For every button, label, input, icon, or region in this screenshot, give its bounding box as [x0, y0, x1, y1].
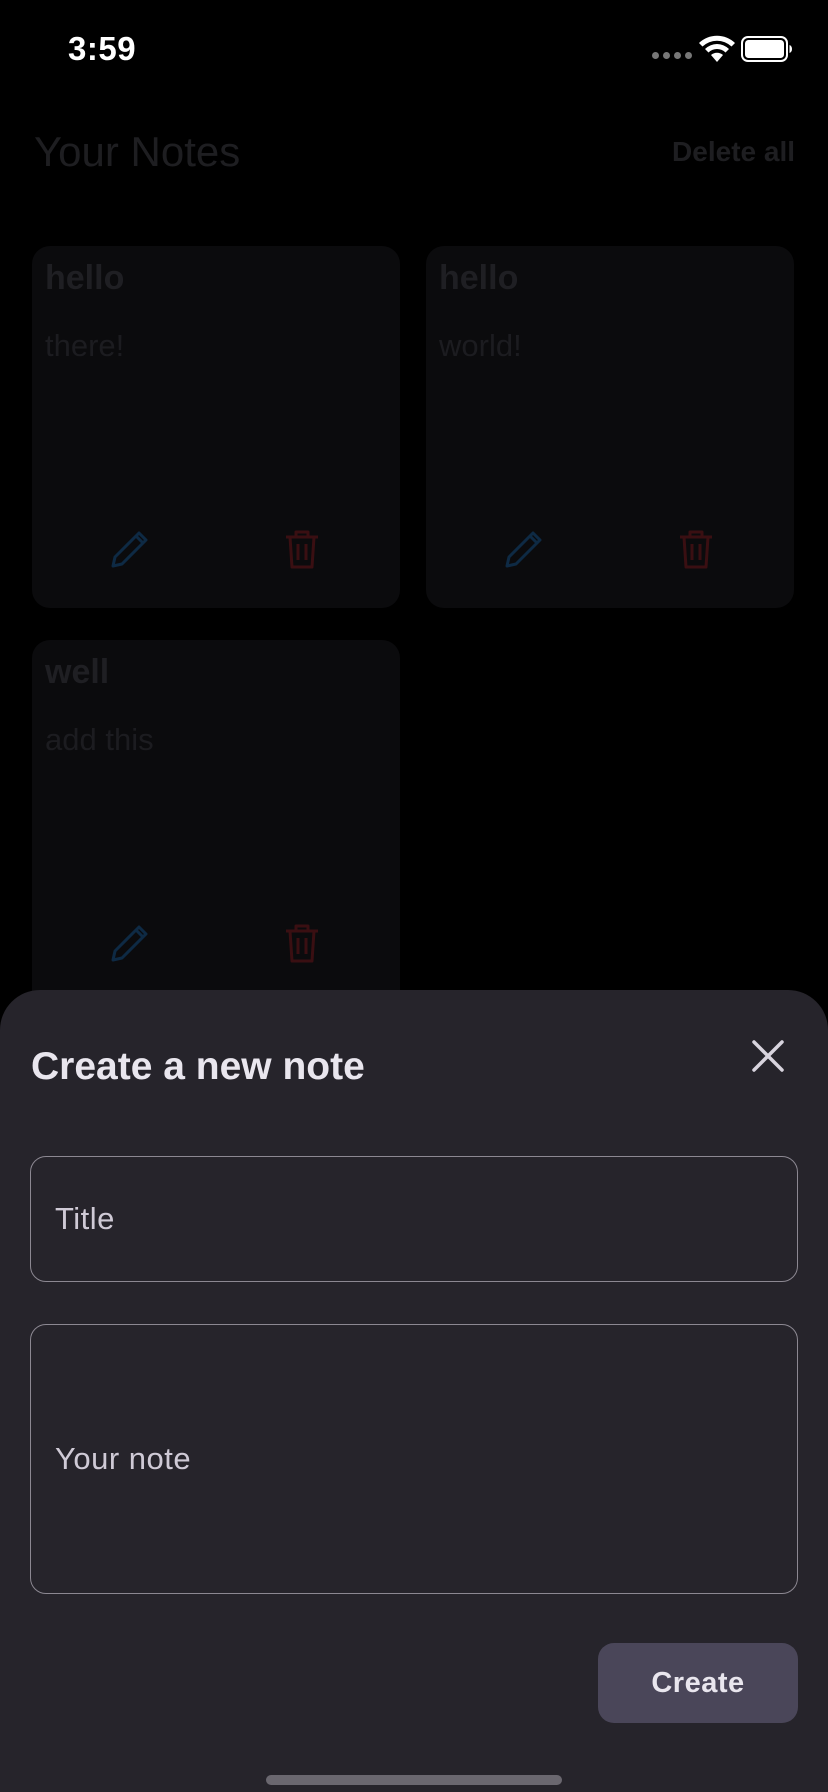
note-card[interactable]: well add this [32, 640, 400, 1040]
trash-icon[interactable] [283, 922, 321, 964]
create-button[interactable]: Create [598, 1643, 798, 1723]
note-card[interactable]: hello there! [32, 246, 400, 608]
note-placeholder: Your note [55, 1441, 192, 1476]
note-body: there! [45, 328, 125, 363]
note-title: well [45, 653, 110, 691]
trash-icon[interactable] [677, 528, 715, 570]
pencil-icon[interactable] [109, 528, 151, 570]
pencil-icon[interactable] [109, 922, 151, 964]
home-indicator[interactable] [266, 1775, 562, 1785]
note-title: hello [439, 259, 519, 297]
title-placeholder: Title [55, 1201, 115, 1236]
pencil-icon[interactable] [503, 528, 545, 570]
note-body: add this [45, 722, 154, 757]
note-card[interactable]: hello world! [426, 246, 794, 608]
trash-icon[interactable] [283, 528, 321, 570]
close-icon[interactable] [744, 1032, 792, 1080]
note-input[interactable]: Your note [30, 1324, 798, 1594]
title-input[interactable]: Title [30, 1156, 798, 1282]
note-body: world! [439, 328, 522, 363]
note-title: hello [45, 259, 125, 297]
create-note-sheet: Create a new note Title Your note Create [0, 990, 828, 1792]
sheet-title: Create a new note [31, 1045, 365, 1088]
delete-all-button[interactable]: Delete all [672, 136, 795, 168]
page-title: Your Notes [34, 128, 241, 175]
